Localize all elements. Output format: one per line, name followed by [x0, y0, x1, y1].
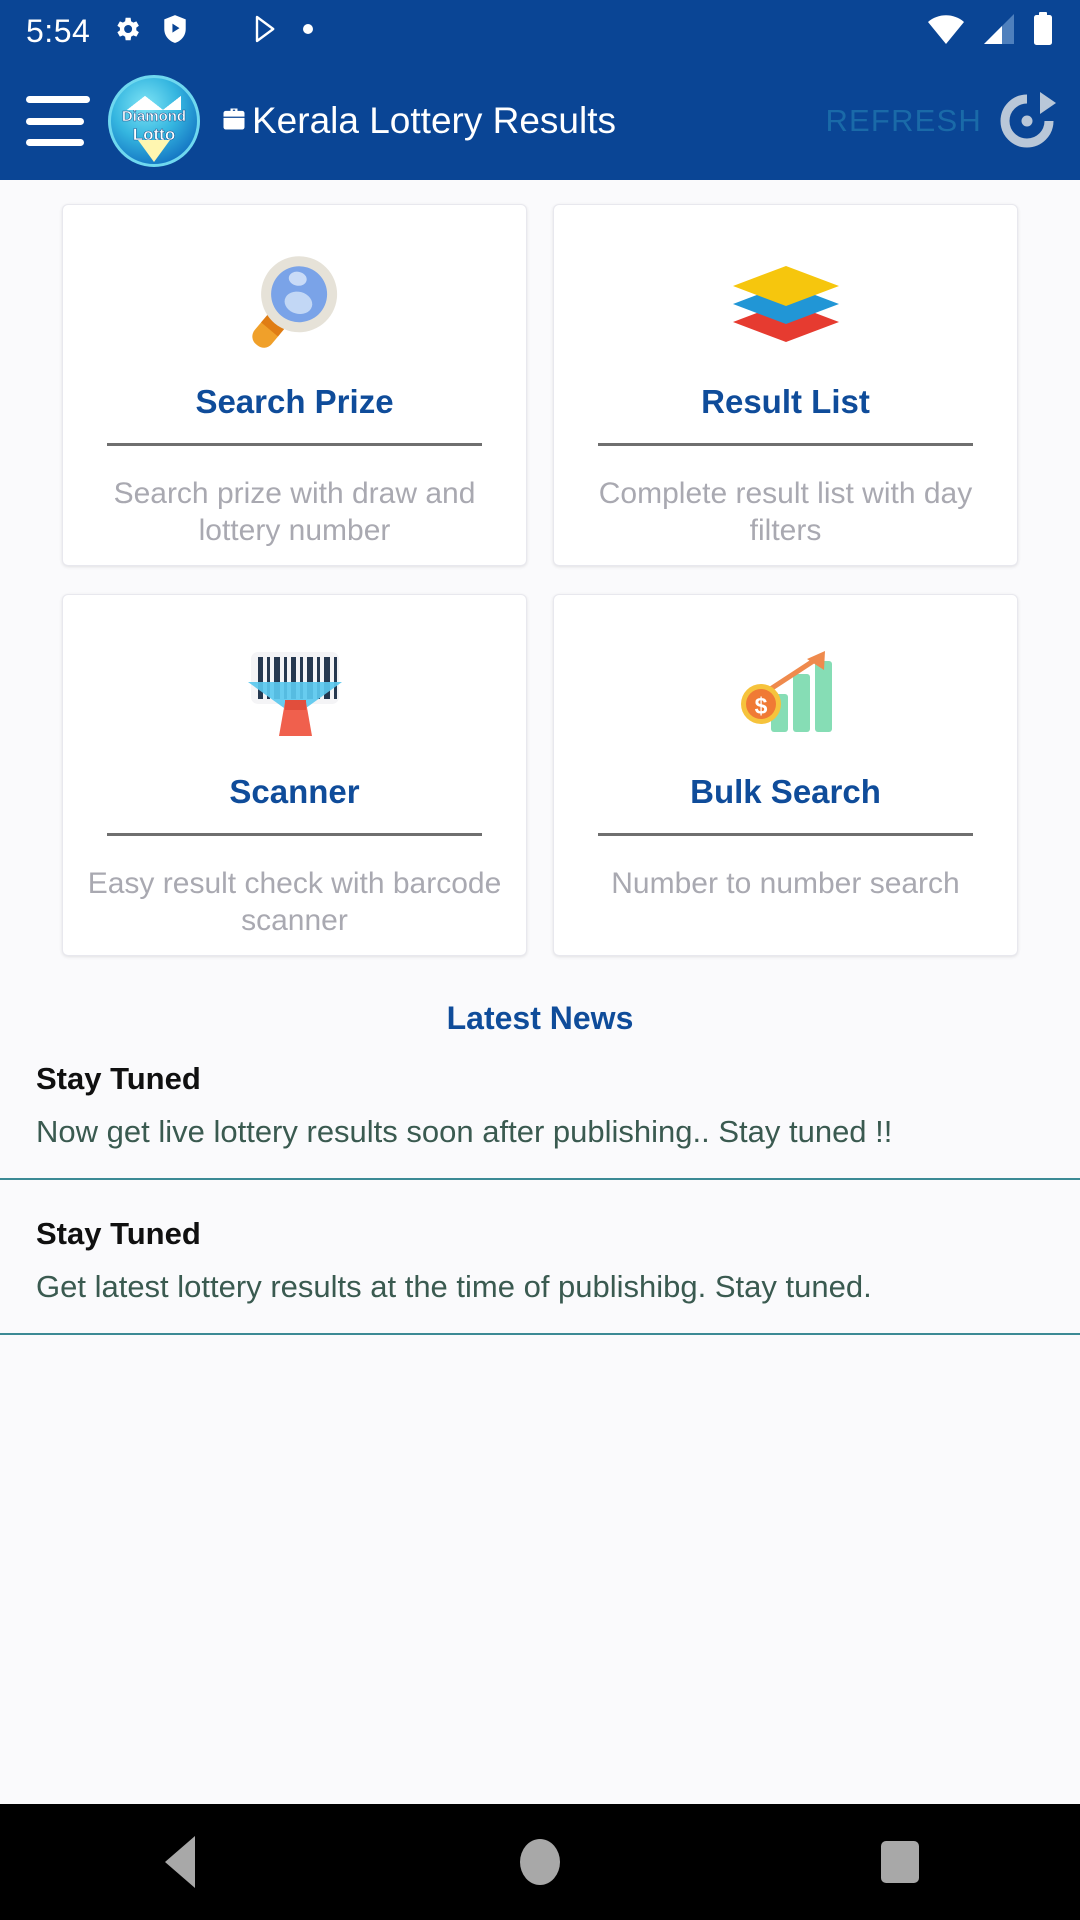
card-result-list[interactable]: Result List Complete result list with da… — [553, 204, 1018, 566]
hamburger-menu-icon[interactable] — [26, 96, 90, 146]
news-list-item[interactable]: Stay Tuned Now get live lottery results … — [0, 1059, 1080, 1180]
briefcase-icon — [220, 105, 248, 138]
refresh-button[interactable]: REFRESH — [825, 90, 1062, 152]
svg-text:$: $ — [754, 693, 767, 719]
card-title: Result List — [701, 383, 870, 420]
cellular-signal-icon — [982, 13, 1016, 50]
hamburger-bar — [26, 117, 84, 125]
logo-gem-shape — [138, 140, 170, 162]
main-content: Search Prize Search prize with draw and … — [0, 180, 1080, 1804]
hamburger-bar — [26, 139, 84, 146]
recents-navigation-button[interactable] — [830, 1804, 970, 1920]
home-navigation-button[interactable] — [470, 1804, 610, 1920]
dot-icon — [302, 22, 314, 40]
app-logo: Diamond Lotto — [108, 75, 200, 167]
status-bar-system-icons — [926, 11, 1054, 51]
news-item-title: Stay Tuned — [36, 1215, 201, 1251]
card-scanner[interactable]: Scanner Easy result check with barcode s… — [62, 594, 527, 956]
card-title: Bulk Search — [690, 773, 881, 810]
news-item-body: Now get live lottery results soon after … — [36, 1114, 893, 1149]
gear-icon — [112, 14, 142, 49]
latest-news-heading: Latest News — [446, 1000, 634, 1036]
back-triangle-icon — [165, 1836, 195, 1888]
hamburger-bar — [26, 96, 90, 103]
card-divider — [106, 443, 483, 446]
news-item-title: Stay Tuned — [36, 1061, 201, 1096]
wifi-icon — [926, 13, 966, 50]
logo-crown-shape — [127, 96, 181, 110]
card-divider — [597, 443, 974, 446]
card-description: Number to number search — [611, 867, 960, 900]
home-circle-icon — [520, 1839, 560, 1885]
page-title: Kerala Lottery Results — [252, 100, 617, 141]
status-bar: 5:54 — [0, 0, 1080, 62]
card-bulk-search[interactable]: $ Bulk Search Number to number search — [553, 594, 1018, 956]
system-navigation-bar — [0, 1804, 1080, 1920]
status-bar-clock: 5:54 — [26, 12, 91, 49]
refresh-circular-arrow-icon[interactable] — [996, 90, 1058, 152]
card-divider — [597, 833, 974, 836]
recents-square-icon — [881, 1841, 919, 1883]
card-divider — [106, 833, 483, 836]
app-screen: 5:54 Diamond Lotto Kerala Lottery Result… — [0, 0, 1080, 1920]
app-title-container: Kerala Lottery Results — [220, 100, 825, 142]
card-search-prize[interactable]: Search Prize Search prize with draw and … — [62, 204, 527, 566]
card-title: Search Prize — [195, 383, 394, 420]
refresh-label: REFRESH — [825, 103, 982, 138]
card-description: Complete result list with day filters — [598, 477, 973, 547]
play-store-icon — [252, 14, 282, 49]
card-description: Easy result check with barcode scanner — [87, 867, 502, 937]
back-navigation-button[interactable] — [110, 1804, 250, 1920]
layers-stack-icon — [727, 237, 845, 369]
news-list-item[interactable]: Stay Tuned Get latest lottery results at… — [0, 1214, 1080, 1335]
feature-card-grid: Search Prize Search prize with draw and … — [0, 180, 1080, 956]
card-description: Search prize with draw and lottery numbe… — [113, 477, 476, 547]
barcode-scanner-icon — [236, 627, 354, 759]
card-title: Scanner — [229, 773, 360, 810]
battery-icon — [1032, 11, 1054, 51]
magnifying-glass-icon — [236, 237, 354, 369]
app-bar: Diamond Lotto Kerala Lottery Results REF… — [0, 62, 1080, 180]
status-bar-notification-icons — [112, 14, 314, 49]
latest-news-section: Latest News Stay Tuned Now get live lott… — [0, 982, 1080, 1804]
news-item-body: Get latest lottery results at the time o… — [36, 1268, 872, 1304]
growth-chart-coin-icon: $ — [727, 627, 845, 759]
news-items-gap — [0, 1180, 1080, 1214]
shield-play-icon — [162, 14, 188, 49]
logo-text-line1: Diamond — [121, 108, 187, 125]
